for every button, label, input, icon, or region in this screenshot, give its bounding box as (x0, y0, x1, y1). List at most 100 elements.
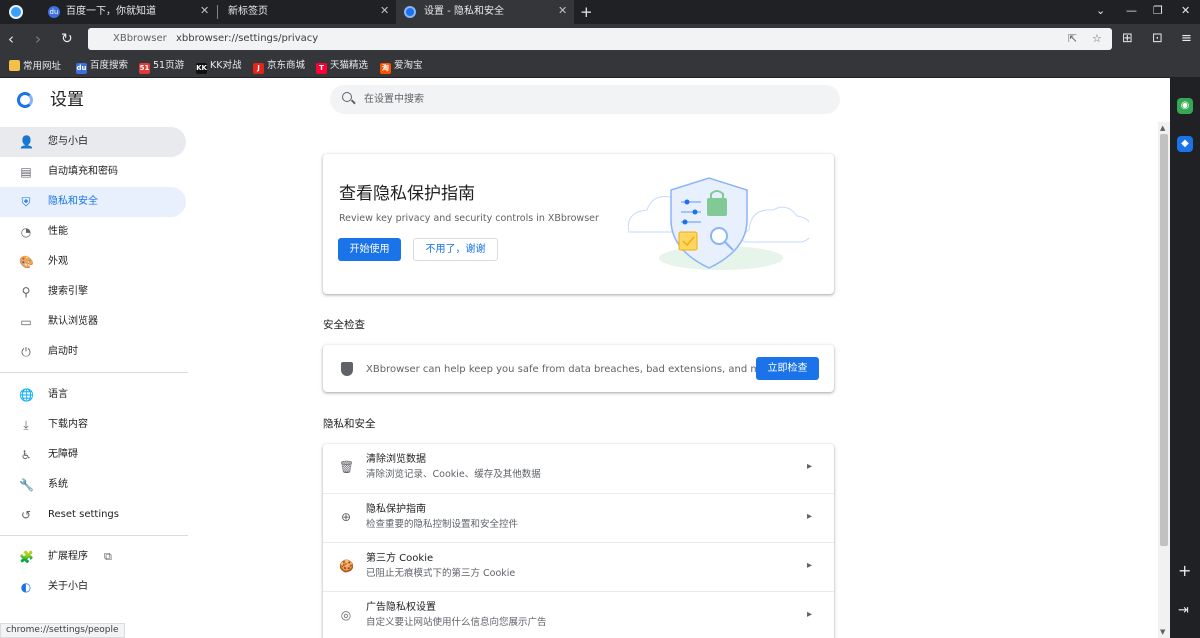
chat-icon[interactable]: ◉ (1177, 98, 1193, 114)
jd-icon: J (253, 63, 264, 74)
scrollbar-thumb[interactable] (1160, 134, 1168, 546)
cube-icon[interactable]: ◆ (1177, 136, 1193, 152)
chevron-right-icon: ▸ (807, 511, 813, 522)
back-icon[interactable]: ‹ (8, 30, 14, 48)
grid-apps-icon[interactable]: ⊞ (1122, 31, 1133, 46)
bookmark-star-icon[interactable]: ☆ (1092, 32, 1102, 46)
tab-settings[interactable]: 设置 - 隐私和安全 ✕ (396, 0, 574, 24)
nav-item-label: 下载内容 (48, 419, 88, 430)
bookmark-folder[interactable]: 常用网址 (9, 60, 61, 73)
nav-divider (0, 535, 188, 536)
bookmark-label: 京东商城 (267, 60, 306, 71)
row-title: 第三方 Cookie (366, 553, 434, 564)
privacy-guide-illustration (627, 177, 809, 270)
bookmark-item[interactable]: J 京东商城 (253, 60, 305, 74)
close-tab-icon[interactable]: ✕ (200, 5, 209, 17)
row-subtitle: 清除浏览记录、Cookie、缓存及其他数据 (366, 469, 541, 480)
row-third-party-cookies[interactable]: 🍪 第三方 Cookie 已阻止无痕模式下的第三方 Cookie ▸ (323, 542, 834, 591)
page-title: 设置 (50, 90, 84, 110)
page-scrollbar[interactable]: ▲ ▼ (1158, 122, 1170, 638)
nav-item-label: 无障碍 (48, 449, 78, 460)
settings-search-input[interactable]: 在设置中搜索 (330, 85, 840, 114)
privacy-settings-card: 🗑 清除浏览数据 清除浏览记录、Cookie、缓存及其他数据 ▸ ⊕ 隐私保护指… (323, 444, 834, 638)
promo-start-button[interactable]: 开始使用 (338, 238, 401, 261)
row-clear-browsing-data[interactable]: 🗑 清除浏览数据 清除浏览记录、Cookie、缓存及其他数据 ▸ (323, 444, 834, 493)
scroll-down-icon[interactable]: ▼ (1160, 628, 1165, 636)
nav-item-appearance[interactable]: 🎨 外观 (0, 247, 186, 277)
nav-item-search-engine[interactable]: ⚲ 搜索引擎 (0, 277, 186, 307)
ad-privacy-icon: ◎ (340, 608, 352, 622)
crop-icon[interactable]: ⊡ (1152, 31, 1163, 46)
chevron-right-icon: ▸ (807, 560, 813, 571)
address-bar[interactable]: XBbrowser xbbrowser://settings/privacy ⇱… (88, 28, 1112, 50)
omnibox-host: XBbrowser (113, 33, 167, 44)
nav-item-extensions[interactable]: 🧩 扩展程序 ⧉ (0, 542, 186, 572)
nav-item-you[interactable]: 👤 您与小白 (0, 127, 186, 157)
new-tab-button[interactable]: + (580, 3, 593, 21)
nav-item-default-browser[interactable]: ▭ 默认浏览器 (0, 307, 186, 337)
accessibility-icon: ♿ (20, 448, 32, 462)
nav-item-autofill[interactable]: ▤ 自动填充和密码 (0, 157, 186, 187)
nav-item-performance[interactable]: ◔ 性能 (0, 217, 186, 247)
bookmark-item[interactable]: T 天猫精选 (316, 60, 368, 74)
tab-baidu[interactable]: du 百度一下，你就知道 ✕ (40, 0, 216, 24)
nav-item-label: 您与小白 (48, 136, 88, 147)
search-placeholder: 在设置中搜索 (364, 94, 424, 105)
baidu-icon: du (76, 63, 87, 74)
shield-icon: ⛨ (21, 195, 31, 209)
nav-item-accessibility[interactable]: ♿ 无障碍 (0, 440, 186, 470)
kk-icon: KK (196, 63, 207, 74)
tab-search-icon[interactable]: ⌄ (1096, 4, 1105, 18)
close-tab-icon[interactable]: ✕ (380, 5, 389, 17)
promo-title: 查看隐私保护指南 (339, 184, 475, 204)
bookmark-label: KK对战 (210, 60, 242, 71)
row-title: 清除浏览数据 (366, 454, 426, 465)
promo-subtitle: Review key privacy and security controls… (339, 213, 599, 224)
nav-item-privacy[interactable]: ⛨ 隐私和安全 (0, 187, 186, 217)
nav-item-label: 关于小白 (48, 581, 88, 592)
restore-icon[interactable]: ❐ (1153, 4, 1163, 18)
bookmark-item[interactable]: KK KK对战 (196, 60, 241, 74)
omnibox-url[interactable]: xbbrowser://settings/privacy (176, 33, 318, 45)
nav-item-on-startup[interactable]: ⏻ 启动时 (0, 337, 186, 367)
bookmark-item[interactable]: 淘爱淘宝 (380, 60, 423, 74)
reload-icon[interactable]: ↻ (61, 30, 73, 48)
status-bar-url: chrome://settings/people (0, 623, 125, 638)
bookmark-item[interactable]: 51 51页游 (139, 60, 184, 74)
search-icon: ⚲ (21, 285, 31, 299)
share-icon[interactable]: ⇱ (1068, 32, 1077, 46)
chevron-right-icon: ▸ (807, 609, 813, 620)
nav-item-reset[interactable]: ↺ Reset settings (0, 500, 186, 530)
nav-divider (0, 372, 188, 373)
nav-item-system[interactable]: 🔧 系统 (0, 470, 186, 500)
collapse-panel-icon[interactable]: ⇥ (1178, 602, 1189, 620)
minimize-icon[interactable]: — (1126, 4, 1137, 18)
promo-dismiss-button[interactable]: 不用了，谢谢 (413, 238, 498, 261)
speedometer-icon: ◔ (20, 225, 32, 239)
51yeyou-icon: 51 (139, 63, 150, 74)
safety-check-heading: 安全检查 (323, 319, 365, 331)
nav-item-label: 启动时 (48, 346, 78, 357)
browser-logo-icon[interactable] (9, 5, 23, 19)
safety-check-card: XBbrowser can help keep you safe from da… (323, 345, 834, 392)
compass-icon: ⊕ (340, 510, 352, 524)
nav-item-label: 搜索引擎 (48, 286, 88, 297)
wrench-icon: 🔧 (19, 478, 34, 492)
tab-new[interactable]: 新标签页 ✕ (220, 0, 396, 24)
nav-item-downloads[interactable]: ⤓ 下载内容 (0, 410, 186, 440)
nav-item-about[interactable]: ◐ 关于小白 (0, 572, 186, 602)
row-ad-privacy[interactable]: ◎ 广告隐私权设置 自定义要让网站使用什么信息向您展示广告 ▸ (323, 591, 834, 638)
close-tab-icon[interactable]: ✕ (558, 5, 567, 17)
add-panel-icon[interactable]: + (1178, 562, 1191, 580)
nav-item-languages[interactable]: 🌐 语言 (0, 380, 186, 410)
row-privacy-guide[interactable]: ⊕ 隐私保护指南 检查重要的隐私控制设置和安全控件 ▸ (323, 493, 834, 542)
scroll-up-icon[interactable]: ▲ (1160, 124, 1165, 132)
close-window-icon[interactable]: ✕ (1181, 4, 1190, 18)
menu-icon[interactable]: ≡ (1181, 31, 1192, 46)
bookmark-item[interactable]: du 百度搜索 (76, 60, 128, 74)
forward-icon[interactable]: › (35, 30, 41, 48)
tab-title: 百度一下，你就知道 (66, 6, 156, 17)
check-now-button[interactable]: 立即检查 (756, 357, 819, 380)
shield-icon (341, 362, 353, 376)
row-title: 隐私保护指南 (366, 504, 426, 515)
